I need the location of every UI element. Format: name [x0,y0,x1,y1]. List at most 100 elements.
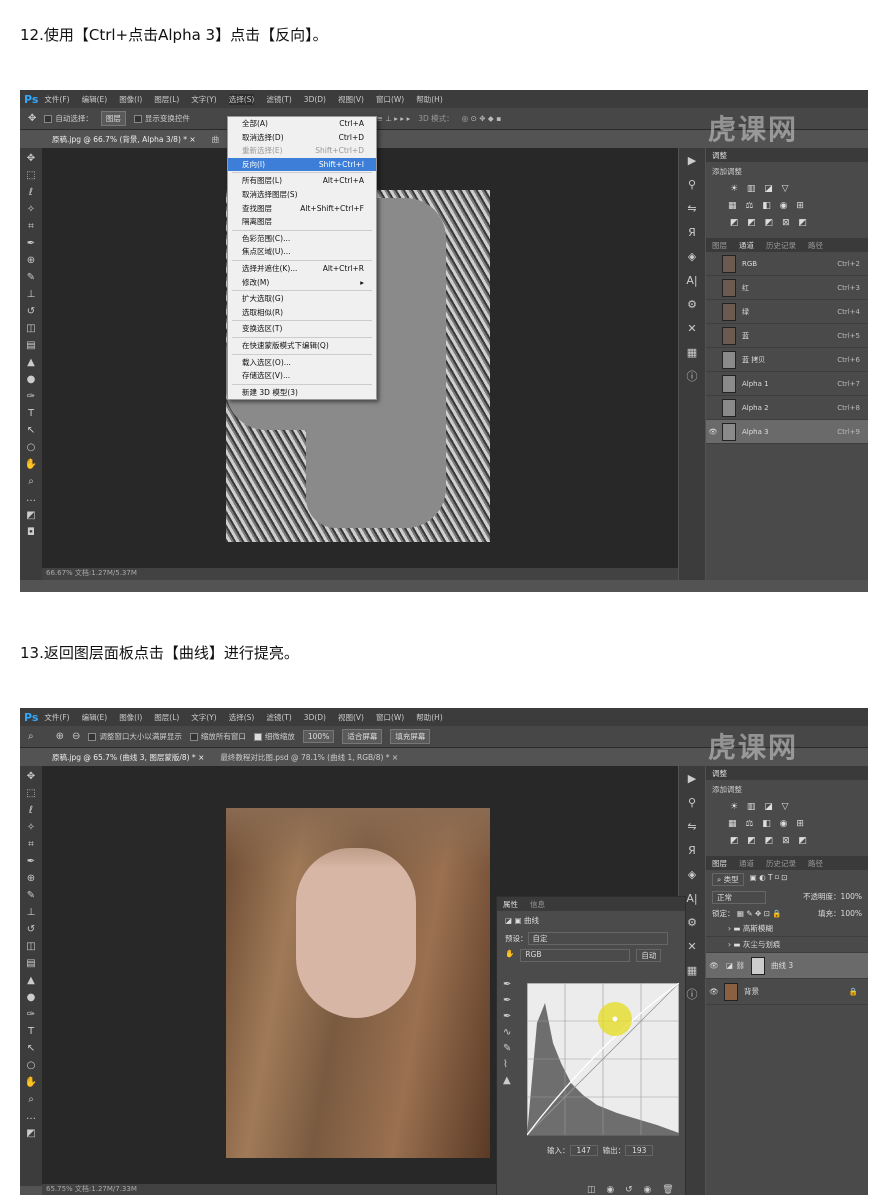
white-eyedropper-icon[interactable]: ✒ [503,1011,511,1022]
crop-icon[interactable]: ⌗ [28,838,34,852]
pencil-icon[interactable]: ✎ [503,1043,511,1054]
select-menu-item[interactable]: 隔离图层 [228,215,376,229]
auto-select-dropdown[interactable]: 图层 [100,111,126,126]
magic-wand-icon[interactable]: ✧ [27,821,35,835]
play-icon[interactable]: ▶ [688,154,696,168]
auto-select-checkbox[interactable]: 自动选择： [44,113,93,124]
zoom-100-button[interactable]: 100% [302,730,335,743]
healing-icon[interactable]: ⊕ [27,254,35,268]
menu-edit[interactable]: 编辑(E) [82,712,108,723]
menu-type[interactable]: 文字(Y) [191,94,216,105]
paragraph-icon[interactable]: A| [686,274,697,288]
zoom-all-checkbox[interactable]: 缩放所有窗口 [189,731,246,742]
adjustment-icons-row-3[interactable]: ◩ ◩ ◩ ⊠ ◩ [706,833,868,850]
more-tools-icon[interactable]: … [26,492,36,506]
edit-points-icon[interactable]: ∿ [503,1027,511,1038]
blur-icon[interactable]: ▲ [27,356,35,370]
marquee-icon[interactable]: ⬚ [26,787,35,801]
zoom-out-icon[interactable]: ⊖ [72,730,80,744]
navigator-icon[interactable]: ⚙ [687,916,697,930]
move-tool-icon[interactable]: ✥ [28,112,36,126]
histogram-icon[interactable]: ▦ [687,964,697,978]
clipping-warning-icon[interactable]: ▲ [503,1075,511,1086]
eye-icon[interactable]: 👁 [706,961,722,970]
blend-mode-select[interactable]: 正常 [712,891,766,904]
move-icon[interactable]: ✥ [27,770,35,784]
select-menu-item[interactable]: 扩大选取(G) [228,292,376,306]
channel-row[interactable]: 👁 Alpha 3 Ctrl+9 [706,420,868,444]
more-tools-icon[interactable]: … [26,1110,36,1124]
tab-adjustments[interactable]: 调整 [712,768,727,779]
adjustment-icons-row-1[interactable]: ☀ ▥ ◪ ▽ [706,799,868,816]
menu-filter[interactable]: 滤镜(T) [266,94,291,105]
menu-select[interactable]: 选择(S) [228,93,255,105]
pen-icon[interactable]: ✑ [27,1008,35,1022]
select-menu-item[interactable]: 修改(M) ▸ [228,276,376,290]
zoom-icon[interactable]: ⌕ [28,475,34,489]
blur-icon[interactable]: ▲ [27,974,35,988]
menu-view[interactable]: 视图(V) [338,712,364,723]
tab-paths[interactable]: 路径 [808,240,823,251]
menu-file[interactable]: 文件(F) [44,712,69,723]
eyedropper-icon[interactable]: ✒ [27,855,35,869]
opacity-value[interactable]: 100% [841,892,862,901]
fill-value[interactable]: 100% [841,909,862,918]
layer-background[interactable]: 👁 背景 🔒 [706,979,868,1005]
channel-row[interactable]: 蓝 Ctrl+5 [706,324,868,348]
adjustment-icons-row-2[interactable]: ▦ ⚖ ◧ ◉ ⊞ [706,816,868,833]
select-menu-item[interactable]: 色彩范围(C)... [228,232,376,246]
healing-icon[interactable]: ⊕ [27,872,35,886]
output-value[interactable]: 193 [625,1145,654,1156]
select-menu-item[interactable]: 选择并遮住(K)... Alt+Ctrl+R [228,262,376,276]
select-menu-item[interactable]: 载入选区(O)... [228,356,376,370]
pen-icon[interactable]: ✑ [27,390,35,404]
menu-window[interactable]: 窗口(W) [376,94,404,105]
play-icon[interactable]: ▶ [688,772,696,786]
brush-settings-icon[interactable]: ⇋ [687,820,696,834]
filter-icons[interactable]: ▣ ◐ T ⌑ ⊡ [750,873,788,886]
menu-help[interactable]: 帮助(H) [416,94,443,105]
adjustment-icons-row-1[interactable]: ☀ ▥ ◪ ▽ [706,181,868,198]
info-icon[interactable]: ⓘ [687,988,698,1002]
menu-3d[interactable]: 3D(D) [304,713,326,722]
adjustment-icons-row-3[interactable]: ◩ ◩ ◩ ⊠ ◩ [706,215,868,232]
menu-file[interactable]: 文件(F) [44,94,69,105]
info-icon[interactable]: ⓘ [687,370,698,384]
brush-icon[interactable]: ✎ [27,889,35,903]
hand-icon[interactable]: ✋ [25,1076,37,1090]
lock-icons[interactable]: ▦ ✎ ✥ ⊡ 🔒 [737,909,782,918]
select-menu-item[interactable]: 全部(A) Ctrl+A [228,117,376,131]
tools-x-icon[interactable]: ✕ [687,322,696,336]
stamp-icon[interactable]: ⊥ [27,288,36,302]
clone-source-icon[interactable]: ◈ [688,868,696,882]
select-menu-item[interactable]: 变换选区(T) [228,322,376,336]
channel-row[interactable]: 红 Ctrl+3 [706,276,868,300]
menu-type[interactable]: 文字(Y) [191,712,216,723]
zoom-icon[interactable]: ⌕ [28,1093,34,1107]
curves-graph[interactable] [527,983,679,1139]
select-menu-item[interactable]: 新建 3D 模型(3) [228,386,376,400]
character-icon[interactable]: Я [688,226,696,240]
tab-history[interactable]: 历史记录 [766,240,796,251]
fill-screen-button[interactable]: 填充屏幕 [390,729,431,744]
input-value[interactable]: 147 [569,1145,598,1156]
character-icon[interactable]: Я [688,844,696,858]
dodge-icon[interactable]: ● [27,373,36,387]
select-menu-item[interactable]: 存储选区(V)... [228,369,376,383]
zoom-in-icon[interactable]: ⊕ [56,730,64,744]
scrubby-zoom-checkbox[interactable]: 细微缩放 [253,731,295,742]
black-eyedropper-icon[interactable]: ✒ [503,979,511,990]
menu-image[interactable]: 图像(I) [119,94,142,105]
eraser-icon[interactable]: ◫ [26,322,35,336]
history-brush-icon[interactable]: ↺ [27,305,35,319]
menu-window[interactable]: 窗口(W) [376,712,404,723]
tab-final[interactable]: 最终教程对比图.psd @ 78.1% (曲线 1, RGB/8) * × [212,749,406,766]
menu-help[interactable]: 帮助(H) [416,712,443,723]
brush-presets-icon[interactable]: ⚲ [688,796,696,810]
brush-settings-icon[interactable]: ⇋ [687,202,696,216]
tab-layers[interactable]: 图层 [712,240,727,251]
quick-mask-icon[interactable]: ◘ [27,526,35,540]
resize-windows-checkbox[interactable]: 调整窗口大小以满屏显示 [88,731,182,742]
tab-original[interactable]: 原稿.jpg @ 66.7% (背景, Alpha 3/8) * × [44,130,204,148]
layer-group-dust[interactable]: › ▬ 灰尘与划痕 [706,937,868,953]
